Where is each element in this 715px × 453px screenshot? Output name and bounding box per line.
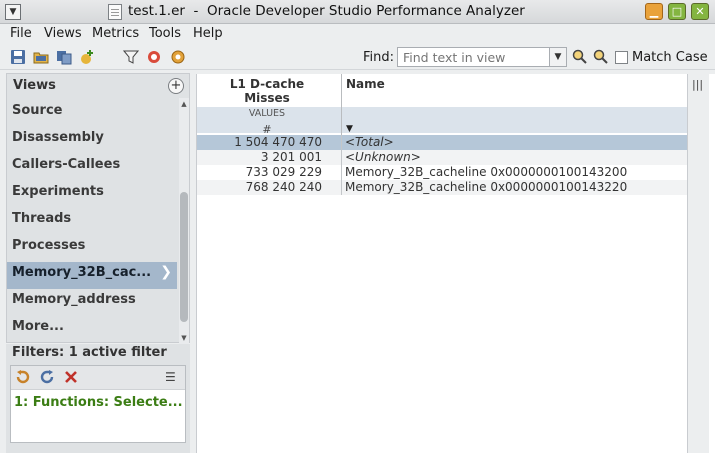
compare-icon[interactable] [56, 49, 72, 65]
metric-value: 733 029 229 [245, 165, 322, 179]
undo-filter-icon[interactable] [15, 369, 31, 385]
name-header-label: Name [346, 77, 385, 91]
metric-column-header[interactable]: L1 D-cache Misses VALUES # [197, 74, 342, 139]
metric-header-line1: L1 D-cache [229, 77, 305, 91]
find-history-dropdown[interactable]: ▼ [549, 47, 567, 67]
open-experiment-icon[interactable] [33, 49, 49, 65]
table-row[interactable]: 733 029 229 Memory_32B_cacheline 0x00000… [197, 165, 687, 180]
view-item-label: Disassembly [12, 130, 104, 145]
scroll-down-icon[interactable]: ▼ [179, 332, 189, 344]
match-case-checkbox[interactable] [615, 51, 628, 64]
clear-filters-icon[interactable] [63, 369, 79, 385]
view-item-callers-callees[interactable]: Callers-Callees [7, 154, 177, 181]
filters-menu-icon[interactable]: ☰ [165, 370, 179, 384]
metric-value: 768 240 240 [245, 180, 322, 194]
table-row[interactable]: 1 504 470 470 <Total> [197, 135, 687, 150]
find-previous-icon[interactable] [572, 49, 588, 65]
add-view-button[interactable]: + [168, 78, 184, 94]
table-row[interactable]: 3 201 001 <Unknown> [197, 150, 687, 165]
name-column-header[interactable]: Name ▼ [342, 74, 687, 139]
view-list: Source Disassembly Callers-Callees Exper… [7, 100, 177, 343]
row-name: <Unknown> [345, 150, 421, 164]
title-bar: ▼ test.1.er - Oracle Developer Studio Pe… [0, 0, 715, 24]
metric-value: 1 504 470 470 [234, 135, 322, 149]
menu-bar: File Views Metrics Tools Help [0, 24, 715, 44]
chevron-right-icon: ❯ [160, 264, 172, 280]
views-panel: Views + Source Disassembly Callers-Calle… [6, 73, 190, 344]
filters-toolbar: ☰ [11, 366, 185, 390]
view-item-label: Source [12, 103, 63, 118]
close-button[interactable]: ✕ [691, 3, 709, 20]
view-item-label: Experiments [12, 184, 104, 199]
filter-entry[interactable]: 1: Functions: Selecte... [14, 395, 183, 410]
view-item-label: Threads [12, 211, 72, 226]
row-name: <Total> [345, 135, 394, 149]
metrics-table: L1 D-cache Misses VALUES # Name ▼ ||| 1 … [196, 74, 715, 453]
column-divider [341, 150, 342, 165]
columns-icon[interactable]: ||| [692, 78, 703, 91]
view-item-memory-32b-cacheline[interactable]: Memory_32B_cac... ❯ [7, 262, 177, 289]
metric-header-line2: Misses [244, 91, 290, 105]
menu-tools[interactable]: Tools [149, 26, 181, 41]
view-item-disassembly[interactable]: Disassembly [7, 127, 177, 154]
views-scrollbar[interactable]: ▲ ▼ [179, 98, 189, 344]
find-label: Find: [363, 50, 395, 65]
row-name: Memory_32B_cacheline 0x0000000100143200 [345, 165, 628, 179]
name-header-band [342, 107, 687, 133]
metric-header-title: L1 D-cache Misses [197, 77, 337, 105]
view-item-label: Memory_address [12, 292, 136, 307]
filters-panel: Filters: 1 active filter ☰ 1: Functions:… [6, 344, 190, 453]
maximize-button[interactable]: □ [668, 3, 686, 20]
window-menu-button[interactable]: ▼ [5, 4, 21, 20]
document-icon [108, 4, 122, 20]
view-item-label: More... [12, 319, 64, 334]
menu-views[interactable]: Views [44, 26, 82, 41]
scroll-up-icon[interactable]: ▲ [179, 98, 189, 110]
match-case-label: Match Case [632, 50, 708, 65]
table-body: 1 504 470 470 <Total> 3 201 001 <Unknown… [197, 135, 687, 195]
settings-icon[interactable] [170, 49, 186, 65]
filters-heading: Filters: 1 active filter [12, 345, 167, 360]
menu-metrics[interactable]: Metrics [92, 26, 139, 41]
view-item-memory-address[interactable]: Memory_address [7, 289, 177, 316]
view-item-source[interactable]: Source [7, 100, 177, 127]
remove-filter-icon[interactable] [146, 49, 162, 65]
views-heading: Views [13, 78, 56, 93]
column-picker[interactable]: ||| [687, 74, 709, 453]
metric-subheader: VALUES [248, 108, 286, 119]
find-input[interactable] [397, 47, 555, 67]
minimize-button[interactable]: ▁ [645, 3, 663, 20]
metric-value: 3 201 001 [260, 150, 322, 164]
column-divider [341, 180, 342, 195]
menu-file[interactable]: File [10, 26, 32, 41]
add-experiment-icon[interactable] [80, 49, 96, 65]
scrollbar-thumb[interactable] [180, 192, 188, 322]
view-item-experiments[interactable]: Experiments [7, 181, 177, 208]
view-item-threads[interactable]: Threads [7, 208, 177, 235]
row-name: Memory_32B_cacheline 0x0000000100143220 [345, 180, 628, 194]
redo-filter-icon[interactable] [39, 369, 55, 385]
column-divider [341, 165, 342, 180]
sort-descending-icon: ▼ [346, 124, 353, 134]
column-divider [341, 135, 342, 150]
view-item-label: Memory_32B_cac... [12, 265, 152, 280]
filter-icon[interactable] [122, 49, 140, 65]
find-next-icon[interactable] [593, 49, 609, 65]
menu-help[interactable]: Help [193, 26, 223, 41]
view-item-label: Callers-Callees [12, 157, 121, 172]
view-item-processes[interactable]: Processes [7, 235, 177, 262]
toolbar: Find: ▼ Match Case [0, 44, 715, 70]
filters-box: ☰ 1: Functions: Selecte... [10, 365, 186, 443]
save-icon[interactable] [10, 49, 26, 65]
view-item-more[interactable]: More... [7, 316, 177, 343]
view-item-label: Processes [12, 238, 86, 253]
table-row[interactable]: 768 240 240 Memory_32B_cacheline 0x00000… [197, 180, 687, 195]
window-title: test.1.er - Oracle Developer Studio Perf… [128, 3, 525, 19]
